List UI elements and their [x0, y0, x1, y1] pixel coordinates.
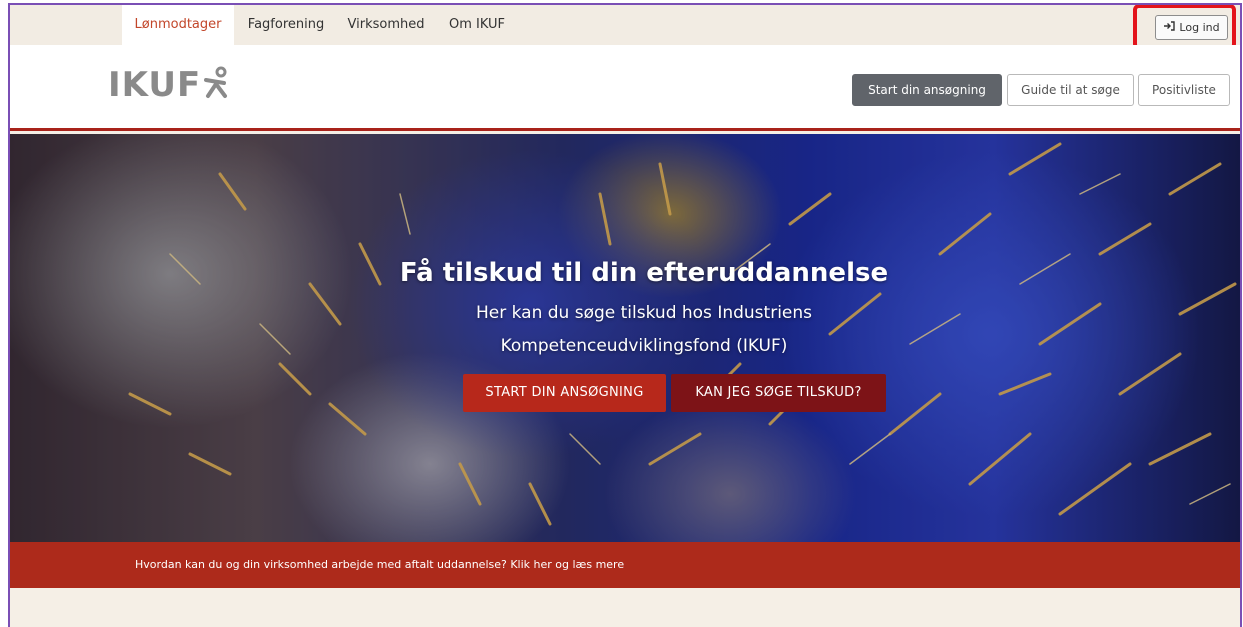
start-application-button[interactable]: Start din ansøgning [852, 74, 1002, 106]
page-bottom-area [10, 588, 1240, 627]
info-banner-link[interactable]: Hvordan kan du og din virksomhed arbejde… [10, 542, 1240, 588]
hero-title: Få tilskud til din efteruddannelse [399, 258, 889, 288]
eligibility-cta[interactable]: KAN JEG SØGE TILSKUD? [671, 374, 886, 412]
sign-in-icon [1163, 21, 1176, 34]
hero-section: Få tilskud til din efteruddannelse Her k… [10, 134, 1240, 542]
ikuf-logo[interactable]: IKUF [108, 65, 229, 105]
tab-fagforening[interactable]: Fagforening [240, 5, 332, 45]
logo-figure-icon [203, 66, 229, 104]
start-application-cta[interactable]: START DIN ANSØGNING [463, 374, 666, 412]
hero-subtitle-line2: Kompetenceudviklingsfond (IKUF) [500, 336, 788, 356]
browser-frame: Lønmodtager Fagforening Virksomhed Om IK… [8, 3, 1242, 627]
hero-subtitle-line1: Her kan du søge tilskud hos Industriens [475, 303, 813, 323]
login-button[interactable]: Log ind [1155, 15, 1228, 40]
positive-list-button[interactable]: Positivliste [1138, 74, 1230, 106]
guide-button[interactable]: Guide til at søge [1007, 74, 1134, 106]
logo-text: IKUF [108, 65, 202, 105]
tab-virksomhed[interactable]: Virksomhed [340, 5, 432, 45]
tab-lonmodtager[interactable]: Lønmodtager [122, 5, 234, 45]
login-label: Log ind [1179, 21, 1220, 34]
top-nav: Lønmodtager Fagforening Virksomhed Om IK… [10, 5, 1240, 50]
site-header: IKUF Start din ansøgning Guide til at sø… [10, 45, 1240, 131]
tab-om-ikuf[interactable]: Om IKUF [442, 5, 512, 45]
